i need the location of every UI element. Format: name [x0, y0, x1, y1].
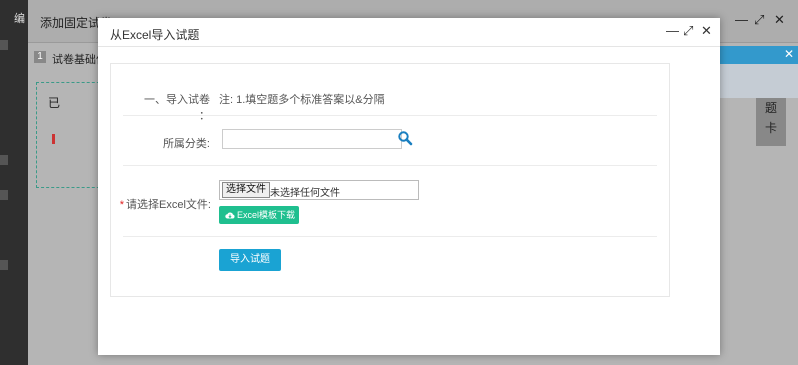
- sidebar-marker: [0, 155, 8, 165]
- file-label-text: 请选择Excel文件:: [126, 199, 211, 211]
- answer-card-tab[interactable]: 题 卡: [756, 98, 786, 146]
- red-indicator: [52, 134, 55, 144]
- excel-template-download-button[interactable]: Excel模板下载: [219, 206, 299, 224]
- sidebar-marker: [0, 190, 8, 200]
- background-edge-text: 编: [14, 13, 25, 25]
- background-info-panel: [718, 64, 798, 98]
- sidebar-marker: [0, 260, 8, 270]
- divider: [123, 236, 657, 237]
- background-label: 已: [48, 96, 61, 110]
- import-questions-button[interactable]: 导入试题: [219, 249, 281, 271]
- sidebar-marker: [0, 40, 8, 50]
- step-number-badge: 1: [34, 51, 46, 63]
- dialog-title: 从Excel导入试题: [110, 28, 200, 42]
- background-info-bar: ✕: [718, 46, 798, 64]
- divider: [123, 115, 657, 116]
- import-section-label: 一、导入试卷 ：: [144, 94, 210, 122]
- category-label: 所属分类:: [162, 138, 210, 150]
- import-form: 一、导入试卷 ： 注: 1.填空题多个标准答案以&分隔 所属分类: * 请选择Ex…: [110, 63, 670, 297]
- dialog-header: 从Excel导入试题 — ⤢ ✕: [98, 18, 720, 47]
- category-input[interactable]: [222, 129, 402, 149]
- choose-file-button[interactable]: 选择文件: [222, 182, 270, 198]
- answer-card-char: 卡: [764, 121, 777, 135]
- file-status-text: 未选择任何文件: [270, 188, 340, 199]
- minimize-icon[interactable]: —: [735, 13, 748, 27]
- required-mark: *: [119, 199, 125, 211]
- file-picker[interactable]: 选择文件 未选择任何文件: [219, 180, 419, 200]
- file-label: * 请选择Excel文件:: [111, 196, 211, 212]
- minimize-icon[interactable]: —: [666, 24, 679, 38]
- close-icon[interactable]: ✕: [784, 47, 794, 61]
- maximize-icon[interactable]: ⤢: [683, 24, 693, 38]
- divider: [123, 165, 657, 166]
- import-excel-dialog: 从Excel导入试题 — ⤢ ✕ 一、导入试卷 ： 注: 1.填空题多个标准答案…: [98, 18, 720, 355]
- maximize-icon[interactable]: ⤢: [754, 13, 764, 27]
- import-note: 注: 1.填空题多个标准答案以&分隔: [219, 94, 385, 106]
- cloud-download-icon: [225, 212, 235, 219]
- close-icon[interactable]: ✕: [701, 24, 712, 38]
- search-icon[interactable]: [397, 130, 413, 146]
- answer-card-char: 题: [764, 101, 777, 115]
- close-icon[interactable]: ✕: [774, 13, 785, 27]
- download-button-label: Excel模板下载: [237, 210, 296, 220]
